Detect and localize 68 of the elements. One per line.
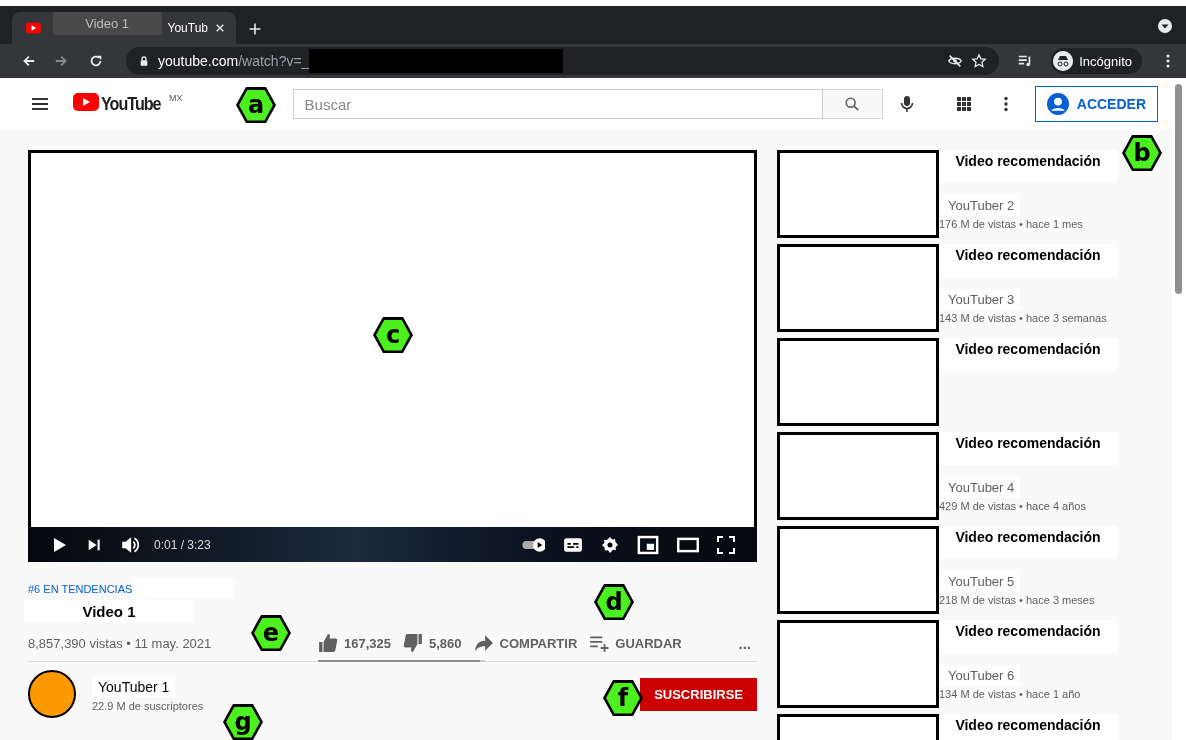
recommendation-title: Video recomendación bbox=[939, 432, 1117, 465]
recommendation-title: Video recomendación bbox=[939, 150, 1117, 183]
share-icon bbox=[473, 633, 494, 653]
share-button[interactable]: COMPARTIR bbox=[467, 625, 584, 661]
video-meta: 429 M de vistas • hace 4 años bbox=[939, 500, 1087, 512]
dislike-button[interactable]: 5,860 bbox=[397, 625, 468, 661]
incognito-icon bbox=[1053, 51, 1074, 71]
address-bar[interactable]: youtube.com/watch?v=_ bbox=[126, 47, 1000, 75]
recommendation-title: Video recomendación bbox=[939, 338, 1117, 371]
video-meta: 218 M de vistas • hace 3 meses bbox=[939, 594, 1096, 606]
channel-name[interactable]: YouTuber 1 bbox=[92, 676, 176, 697]
subscriber-count: 22.9 M de suscriptores bbox=[92, 699, 204, 712]
search-field[interactable]: Buscar bbox=[292, 89, 823, 119]
video-meta: 143 M de vistas • hace 3 semanas bbox=[939, 312, 1108, 324]
region-label: MX bbox=[169, 93, 183, 103]
recommendation-title: Video recomendación bbox=[939, 244, 1117, 277]
fullscreen-icon[interactable] bbox=[717, 535, 735, 554]
eye-off-icon[interactable] bbox=[947, 53, 964, 69]
video-title: Video 1 bbox=[24, 600, 194, 623]
recommendation-title: Video recomendación bbox=[939, 714, 1117, 740]
channel-name: YouTuber 2 bbox=[939, 195, 1021, 216]
channel-name: YouTuber 4 bbox=[939, 477, 1021, 498]
channel-name: YouTuber 6 bbox=[939, 665, 1021, 686]
more-button[interactable]: ... bbox=[732, 625, 757, 661]
user-icon bbox=[1046, 93, 1069, 115]
save-button[interactable]: GUARDAR bbox=[583, 625, 688, 661]
channel-name: YouTuber 5 bbox=[939, 571, 1021, 592]
search-icon bbox=[844, 96, 861, 112]
star-icon[interactable] bbox=[971, 53, 988, 69]
time-display: 0:01 / 3:23 bbox=[154, 537, 211, 552]
sign-in-button[interactable]: ACCEDER bbox=[1034, 86, 1158, 122]
video-thumbnail[interactable] bbox=[777, 620, 939, 708]
recommendation-title: Video recomendación bbox=[939, 620, 1117, 653]
menu-icon[interactable] bbox=[31, 95, 49, 113]
recommendation-title: Video recomendación bbox=[939, 526, 1117, 559]
tab-title: YouTub bbox=[167, 21, 208, 35]
thumbs-down-icon bbox=[403, 633, 423, 653]
new-tab-icon[interactable] bbox=[248, 22, 262, 36]
video-meta: 134 M de vistas • hace 1 año bbox=[939, 688, 1082, 700]
incognito-button[interactable]: Incógnito bbox=[1051, 48, 1142, 74]
scrollbar-thumb[interactable] bbox=[1175, 84, 1182, 294]
settings-icon[interactable] bbox=[601, 535, 619, 554]
channel-name: YouTuber 3 bbox=[939, 289, 1021, 310]
video-thumbnail[interactable] bbox=[777, 526, 939, 614]
channel-avatar[interactable] bbox=[28, 670, 76, 718]
url-text: youtube.com/watch?v=_ bbox=[158, 53, 310, 69]
youtube-logo-icon bbox=[73, 93, 99, 111]
view-count: 8,857,390 vistas • 11 may. 2021 bbox=[28, 635, 213, 651]
video-thumbnail[interactable] bbox=[777, 338, 939, 426]
miniplayer-icon[interactable] bbox=[637, 533, 659, 556]
subscribe-button[interactable]: SUSCRIBIRSE bbox=[640, 677, 757, 711]
browser-tab[interactable]: Video 1 YouTub bbox=[12, 12, 236, 44]
youtube-favicon bbox=[26, 22, 41, 34]
video-meta: 176 M de vistas • hace 1 mes bbox=[939, 218, 1084, 230]
video-thumbnail[interactable] bbox=[777, 244, 939, 332]
close-icon[interactable] bbox=[214, 22, 226, 34]
trending-link[interactable]: #6 EN TENDENCIAS bbox=[28, 583, 133, 595]
thumbs-up-icon bbox=[318, 633, 338, 653]
tab-title-label: Video 1 bbox=[52, 12, 162, 35]
reload-icon[interactable] bbox=[88, 53, 104, 69]
tab-search-icon[interactable] bbox=[1158, 19, 1172, 33]
youtube-logo-text[interactable]: YouTube bbox=[101, 93, 161, 115]
video-thumbnail[interactable] bbox=[777, 150, 939, 238]
apps-icon[interactable] bbox=[954, 95, 973, 113]
search-button[interactable] bbox=[822, 89, 883, 119]
lock-icon bbox=[138, 55, 150, 67]
like-button[interactable]: 167,325 bbox=[312, 625, 397, 661]
video-thumbnail[interactable] bbox=[777, 432, 939, 520]
